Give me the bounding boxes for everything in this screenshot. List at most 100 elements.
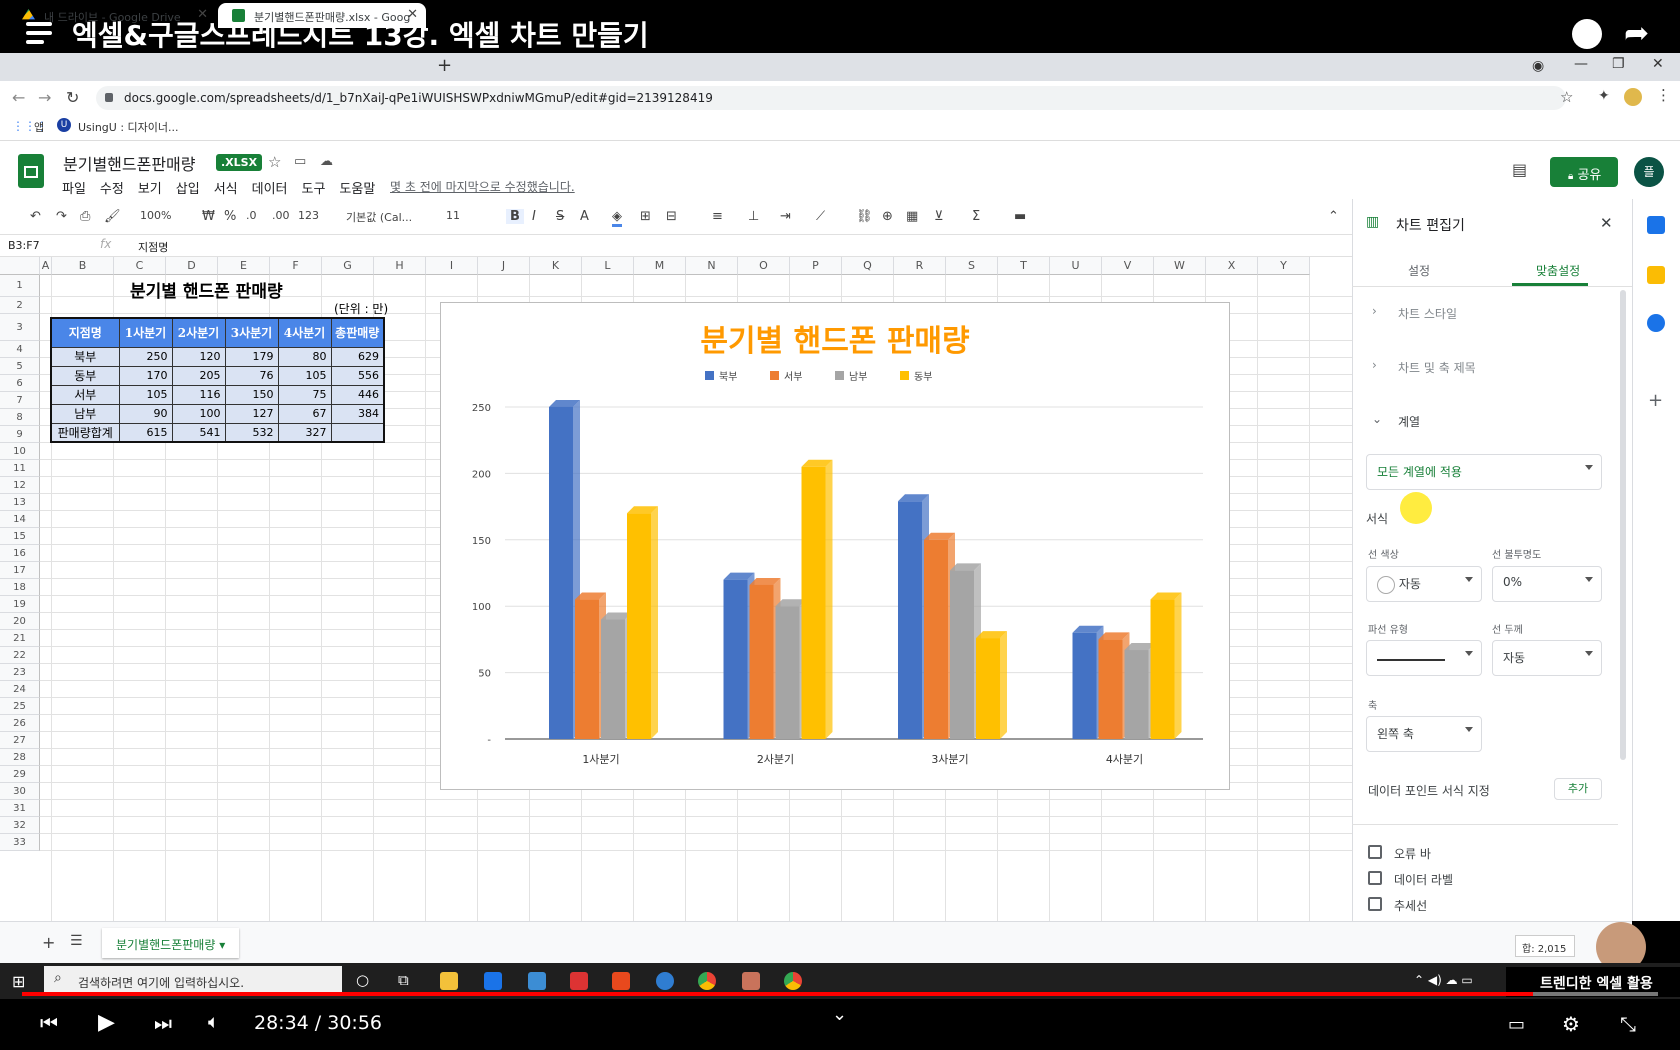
- column-header[interactable]: O: [738, 257, 790, 275]
- column-header[interactable]: E: [218, 257, 270, 275]
- line-thickness-select[interactable]: 자동: [1492, 640, 1602, 676]
- line-opacity-select[interactable]: 0%: [1492, 566, 1602, 602]
- ie-icon[interactable]: [656, 972, 674, 990]
- profile-avatar-icon[interactable]: [1624, 88, 1642, 106]
- header-cell[interactable]: 2사분기: [171, 317, 226, 348]
- column-header[interactable]: D: [166, 257, 218, 275]
- close-tab-icon[interactable]: ✕: [197, 7, 208, 22]
- row-header[interactable]: 25: [0, 698, 40, 715]
- header-cell[interactable]: 총판매량: [330, 317, 385, 348]
- row-header[interactable]: 15: [0, 528, 40, 545]
- merge-cells-icon[interactable]: ⊟: [666, 209, 677, 224]
- tab-setup[interactable]: 설정: [1408, 262, 1430, 279]
- menu-tools[interactable]: 도구: [302, 182, 326, 197]
- cell[interactable]: [330, 422, 385, 443]
- cell[interactable]: 556: [330, 365, 385, 386]
- row-header[interactable]: 31: [0, 800, 40, 817]
- move-folder-icon[interactable]: ▭: [294, 154, 306, 169]
- column-header[interactable]: V: [1102, 257, 1154, 275]
- series-select[interactable]: 모든 계열에 적용: [1366, 454, 1602, 490]
- cortana-icon[interactable]: ○: [356, 971, 369, 989]
- error-bars-checkbox[interactable]: [1368, 845, 1382, 859]
- tab-google-drive[interactable]: 내 드라이브 - Google Drive ✕: [8, 3, 216, 28]
- cell[interactable]: 116: [171, 384, 226, 405]
- comments-icon[interactable]: ▤: [1512, 160, 1527, 179]
- cell[interactable]: 179: [224, 346, 279, 367]
- column-header[interactable]: B: [52, 257, 114, 275]
- row-header[interactable]: 20: [0, 613, 40, 630]
- row-header[interactable]: 2: [0, 297, 40, 314]
- borders-icon[interactable]: ⊞: [640, 209, 651, 224]
- cell[interactable]: 75: [277, 384, 332, 405]
- row-header[interactable]: 19: [0, 596, 40, 613]
- menu-data[interactable]: 데이터: [252, 182, 288, 197]
- menu-help[interactable]: 도움말: [339, 182, 375, 197]
- font-select[interactable]: 기본값 (Cal...: [346, 209, 412, 225]
- cell[interactable]: 80: [277, 346, 332, 367]
- menu-format[interactable]: 서식: [214, 182, 238, 197]
- data-labels-checkbox[interactable]: [1368, 871, 1382, 885]
- doc-title[interactable]: 분기별핸드폰판매량: [63, 151, 195, 175]
- column-header[interactable]: K: [530, 257, 582, 275]
- row-header[interactable]: 12: [0, 477, 40, 494]
- row-header[interactable]: 16: [0, 545, 40, 562]
- cell[interactable]: 67: [277, 403, 332, 424]
- panel-scrollbar[interactable]: [1620, 290, 1626, 760]
- bookmark-star-icon[interactable]: ☆: [1560, 88, 1573, 106]
- percent-button[interactable]: %: [224, 209, 236, 224]
- insert-chart-icon[interactable]: ▦: [906, 209, 918, 224]
- app-icon[interactable]: [528, 972, 546, 990]
- cell[interactable]: 북부: [50, 346, 120, 367]
- cell[interactable]: 250: [118, 346, 173, 367]
- task-view-icon[interactable]: ⧉: [398, 971, 409, 989]
- previous-icon[interactable]: ⏮: [40, 1011, 58, 1035]
- windows-start-icon[interactable]: ⊞: [12, 972, 25, 991]
- cell[interactable]: 105: [277, 365, 332, 386]
- cell[interactable]: 327: [277, 422, 332, 443]
- row-header[interactable]: 21: [0, 630, 40, 647]
- column-header[interactable]: W: [1154, 257, 1206, 275]
- row-header[interactable]: 33: [0, 834, 40, 851]
- cell[interactable]: 205: [171, 365, 226, 386]
- line-color-select[interactable]: 자동: [1366, 566, 1482, 602]
- embedded-chart[interactable]: 분기별 핸드폰 판매량 북부 서부 남부 동부 250 200 150 100 50 - 1사분기 2사…: [440, 302, 1230, 790]
- row-header[interactable]: 24: [0, 681, 40, 698]
- subtitles-icon[interactable]: ▭: [1508, 1014, 1525, 1035]
- section-chart-titles[interactable]: 차트 및 축 제목: [1398, 359, 1476, 376]
- collapse-toolbar-icon[interactable]: ⌃: [1328, 209, 1339, 224]
- chevron-down-icon[interactable]: ⌄: [832, 1004, 847, 1025]
- vertical-align-icon[interactable]: ⊥: [748, 209, 759, 224]
- sheet-table-unit[interactable]: (단위 : 만): [334, 300, 388, 317]
- bold-button[interactable]: B: [506, 209, 524, 224]
- print-icon[interactable]: ⎙: [80, 209, 90, 224]
- reload-icon[interactable]: ↻: [66, 88, 79, 107]
- functions-icon[interactable]: Σ: [972, 209, 980, 224]
- sum-indicator[interactable]: 합: 2,015: [1515, 935, 1575, 957]
- volume-icon[interactable]: 🔈︎: [208, 1011, 219, 1033]
- row-header[interactable]: 27: [0, 732, 40, 749]
- column-header[interactable]: R: [894, 257, 946, 275]
- row-header[interactable]: 32: [0, 817, 40, 834]
- row-header[interactable]: 22: [0, 647, 40, 664]
- row-header[interactable]: 9: [0, 426, 40, 443]
- axis-select[interactable]: 왼쪽 축: [1366, 716, 1482, 752]
- keep-icon[interactable]: [1647, 266, 1665, 284]
- column-header[interactable]: J: [478, 257, 530, 275]
- settings-icon[interactable]: ⚙: [1562, 1012, 1580, 1036]
- cell[interactable]: 서부: [50, 384, 120, 405]
- row-header[interactable]: 14: [0, 511, 40, 528]
- row-header[interactable]: 13: [0, 494, 40, 511]
- row-header[interactable]: 4: [0, 341, 40, 358]
- cell[interactable]: 532: [224, 422, 279, 443]
- url-field[interactable]: docs.google.com/spreadsheets/d/1_b7nXaiJ…: [96, 86, 1566, 110]
- text-color-button[interactable]: A: [580, 209, 589, 224]
- align-icon[interactable]: ≡: [712, 209, 723, 224]
- cell[interactable]: 남부: [50, 403, 120, 424]
- cell[interactable]: 100: [171, 403, 226, 424]
- row-header[interactable]: 7: [0, 392, 40, 409]
- forward-icon[interactable]: →: [38, 88, 51, 107]
- add-sheet-icon[interactable]: +: [42, 933, 55, 952]
- row-header[interactable]: 3: [0, 314, 40, 341]
- cell[interactable]: 동부: [50, 365, 120, 386]
- last-edit-link[interactable]: 몇 초 전에 마지막으로 수정했습니다.: [390, 178, 575, 195]
